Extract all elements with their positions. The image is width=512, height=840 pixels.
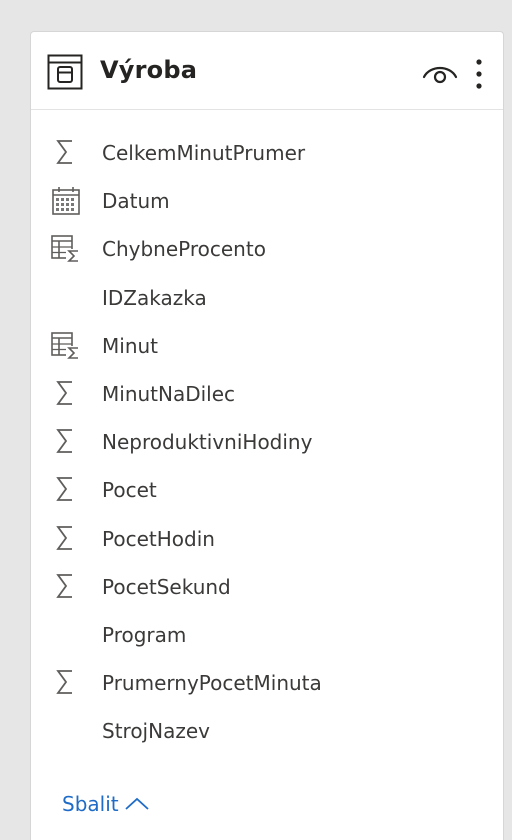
field-item[interactable]: IDZakazka <box>31 275 503 323</box>
card-header: Výroba <box>31 32 503 110</box>
sigma-icon <box>56 670 72 694</box>
field-item[interactable]: CelkemMinutPrumer <box>31 130 503 178</box>
field-label: CelkemMinutPrumer <box>102 141 306 165</box>
field-label: NeproduktivniHodiny <box>102 430 313 455</box>
field-item[interactable]: ChybneProcento <box>31 226 503 274</box>
sigma-icon <box>56 429 72 454</box>
eye-icon[interactable] <box>421 60 459 86</box>
field-item[interactable]: PrumernyPocetMinuta <box>31 660 503 708</box>
field-item[interactable]: Minut <box>31 323 503 371</box>
sigma-icon <box>56 381 72 405</box>
field-item[interactable]: PocetSekund <box>31 564 503 612</box>
field-label: ChybneProcento <box>102 237 266 262</box>
more-options-icon[interactable] <box>472 56 486 92</box>
field-item[interactable]: Pocet <box>31 467 503 515</box>
calendar-icon <box>52 187 80 215</box>
field-label: IDZakazka <box>102 285 207 310</box>
field-item[interactable]: Datum <box>31 178 503 226</box>
field-label: PocetSekund <box>102 574 231 599</box>
sigma-icon <box>56 140 72 164</box>
field-label: PrumernyPocetMinuta <box>102 671 322 696</box>
field-item[interactable]: NeproduktivniHodiny <box>31 419 503 467</box>
sigma-icon <box>56 573 72 598</box>
canvas: Výroba CelkemMinutPrumer Datum ChybnePro… <box>0 0 512 840</box>
sigma-icon <box>56 477 72 502</box>
measure-icon <box>51 235 80 264</box>
field-label: MinutNaDilec <box>102 381 236 406</box>
table-title: Výroba <box>100 56 198 84</box>
measure-icon <box>51 331 80 360</box>
chevron-up-icon <box>125 797 149 810</box>
field-label: Pocet <box>102 478 157 503</box>
field-label: Datum <box>102 189 170 214</box>
field-label: PocetHodin <box>102 526 215 551</box>
field-label: StrojNazev <box>102 719 210 744</box>
collapse-button[interactable]: Sbalit <box>62 792 151 816</box>
field-item[interactable]: PocetHodin <box>31 516 503 564</box>
field-label: Minut <box>102 333 159 358</box>
field-label: Program <box>102 622 187 647</box>
field-item[interactable]: MinutNaDilec <box>31 371 503 419</box>
collapse-label: Sbalit <box>62 792 119 816</box>
field-item[interactable]: Program <box>31 612 503 660</box>
sigma-icon <box>56 525 72 550</box>
field-list-card: Výroba CelkemMinutPrumer Datum ChybnePro… <box>30 31 504 840</box>
table-icon <box>47 54 83 90</box>
field-item[interactable]: StrojNazev <box>31 708 503 756</box>
field-list: CelkemMinutPrumer Datum ChybneProcento I… <box>31 130 503 756</box>
